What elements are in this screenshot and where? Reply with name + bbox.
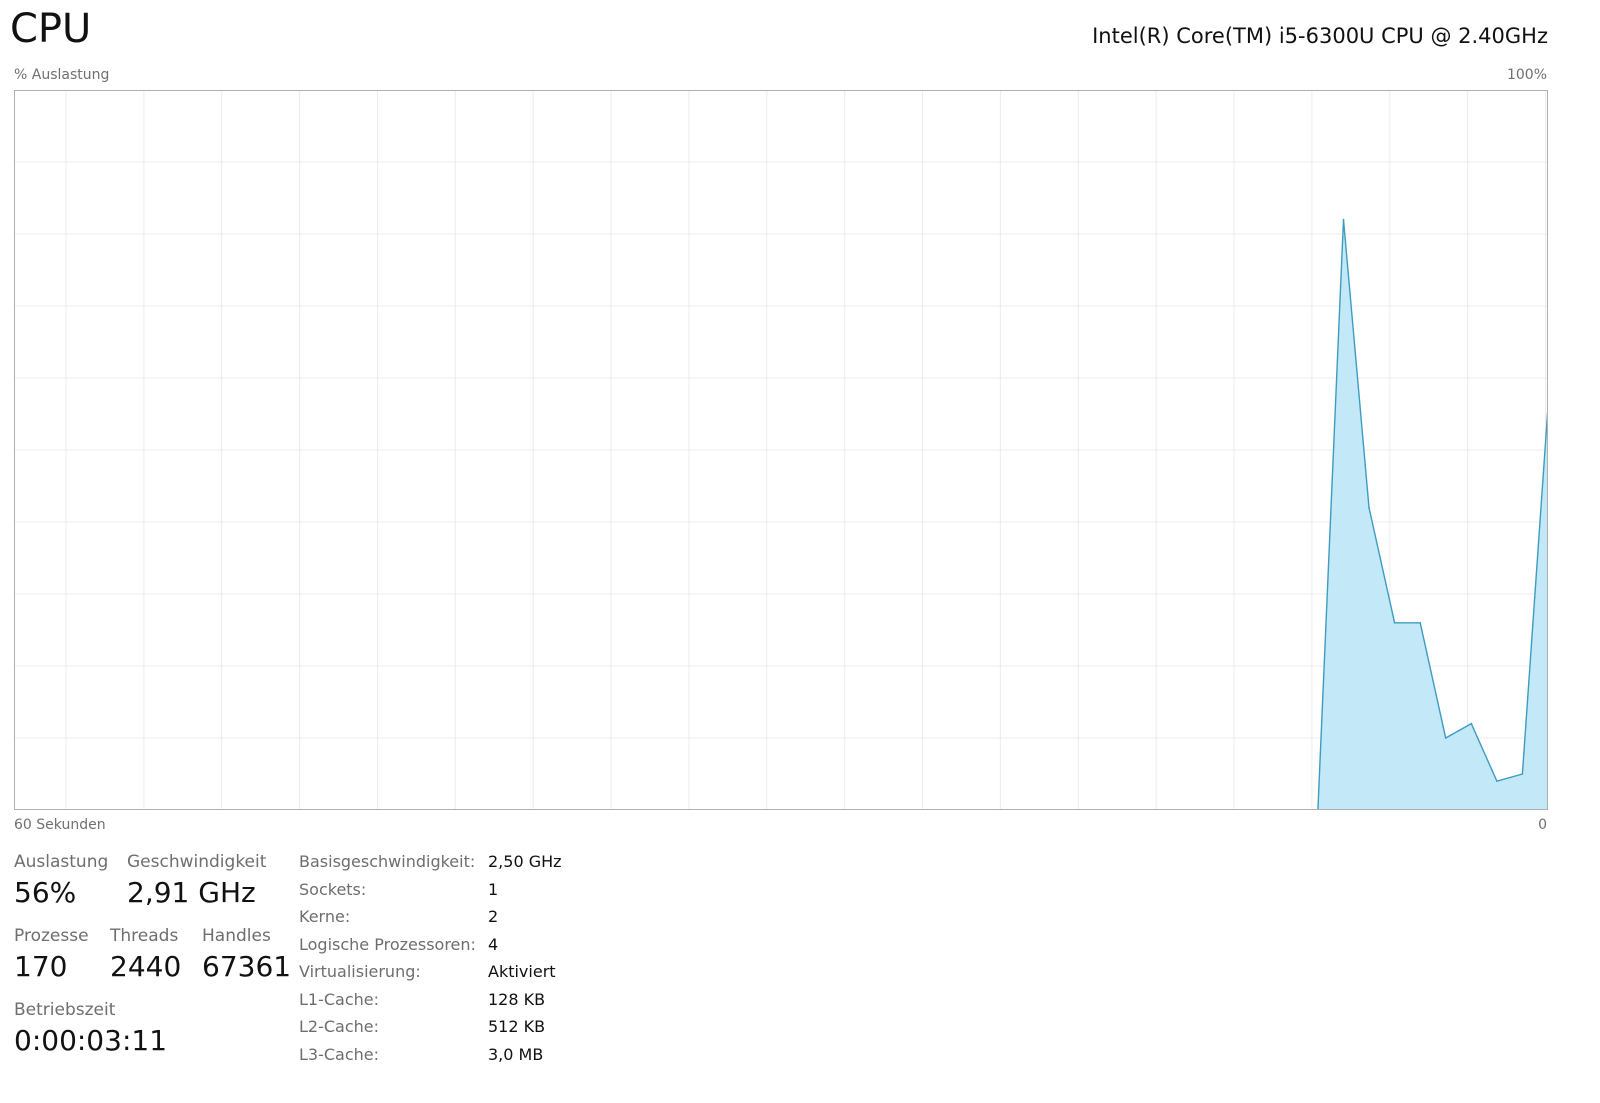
spec-value-cores: 2 (488, 907, 499, 926)
spec-key-cores: Kerne: (299, 907, 351, 926)
spec-key-virtualization: Virtualisierung: (299, 962, 421, 981)
uptime-value: 0:00:03:11 (14, 1024, 168, 1057)
spec-key-base-speed: Basisgeschwindigkeit: (299, 852, 476, 871)
spec-key-l2-cache: L2-Cache: (299, 1017, 380, 1036)
cpu-usage-point (1342, 218, 1345, 221)
cpu-usage-point (1470, 722, 1473, 725)
processes-value: 170 (14, 950, 68, 983)
handles-label: Handles (202, 926, 271, 946)
spec-value-l2-cache: 512 KB (488, 1017, 546, 1036)
spec-value-l3-cache: 3,0 MB (488, 1045, 544, 1064)
utilization-value: 56% (14, 876, 77, 909)
uptime-label: Betriebszeit (14, 1000, 116, 1020)
spec-key-logical-processors: Logische Prozessoren: (299, 935, 476, 954)
cpu-usage-point (1496, 780, 1498, 782)
cpu-usage-point (1521, 773, 1524, 775)
y-axis-max-label: 100% (1506, 67, 1547, 83)
spec-key-sockets: Sockets: (299, 880, 367, 899)
cpu-usage-point (1368, 506, 1370, 509)
spec-value-logical-processors: 4 (488, 935, 499, 954)
utilization-label: Auslastung (14, 852, 109, 872)
spec-value-virtualization: Aktiviert (488, 962, 556, 981)
speed-value: 2,91 GHz (127, 876, 256, 909)
spec-key-l3-cache: L3-Cache: (299, 1045, 380, 1064)
x-axis-right-label: 0 (1538, 817, 1547, 833)
cpu-usage-chart-svg (14, 90, 1548, 810)
spec-value-base-speed: 2,50 GHz (488, 852, 562, 871)
y-axis-label: % Auslastung (14, 67, 110, 83)
handles-value: 67361 (202, 950, 292, 983)
spec-value-sockets: 1 (488, 880, 499, 899)
cpu-usage-point (1444, 737, 1447, 739)
page-title: CPU (10, 6, 92, 52)
x-axis-left-label: 60 Sekunden (14, 817, 106, 833)
cpu-usage-graph (14, 90, 1548, 810)
spec-value-l1-cache: 128 KB (488, 990, 546, 1009)
cpu-model-name: Intel(R) Core(TM) i5-6300U CPU @ 2.40GHz (1092, 24, 1548, 48)
processes-label: Prozesse (14, 926, 89, 946)
speed-label: Geschwindigkeit (127, 852, 267, 872)
threads-value: 2440 (110, 950, 182, 983)
threads-label: Threads (110, 926, 179, 946)
cpu-usage-point (1393, 622, 1396, 624)
cpu-usage-point (1419, 622, 1421, 624)
spec-key-l1-cache: L1-Cache: (299, 990, 380, 1009)
